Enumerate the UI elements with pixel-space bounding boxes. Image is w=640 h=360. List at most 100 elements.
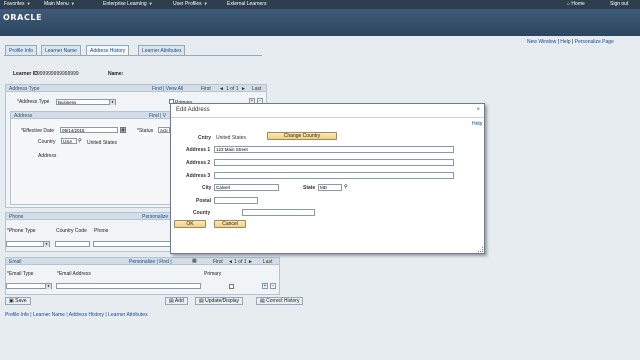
calendar-icon[interactable]: ▦ xyxy=(120,127,126,133)
chevron-down-icon: ▼ xyxy=(109,100,115,105)
tab-learner-name[interactable]: Learner Name xyxy=(41,45,81,55)
city-input[interactable]: Calvert xyxy=(214,184,279,191)
address-type-select[interactable]: Business ▼ xyxy=(56,99,116,105)
phone-personalize-link[interactable]: Personalize xyxy=(142,214,168,220)
top-navigation-bar: Favorites ▼ Main Menu ▼ Enterprise Learnin… xyxy=(0,0,640,9)
next-icon[interactable]: ► xyxy=(248,259,253,265)
address3-label: Address 3 xyxy=(186,173,211,179)
tab-divider xyxy=(4,55,262,56)
email-header: Email Personalize | Find | ▦ First ◄ 1 o… xyxy=(5,257,280,265)
change-country-button[interactable]: Change Country xyxy=(267,132,337,140)
name-label: Name: xyxy=(108,71,124,77)
effective-date-label: *Effective Date xyxy=(21,128,54,134)
address-find-link[interactable]: Find | V xyxy=(149,113,166,119)
new-window-link[interactable]: New Window xyxy=(527,39,556,45)
correct-history-icon: ▤ xyxy=(260,298,265,304)
address2-input[interactable] xyxy=(214,159,454,166)
country-value: United States xyxy=(216,135,247,141)
chevron-down-icon: ▼ xyxy=(148,1,153,6)
save-button[interactable]: ▣ Save xyxy=(5,297,31,305)
email-address-input[interactable] xyxy=(56,283,201,289)
address3-input[interactable] xyxy=(214,172,454,179)
status-label: *Status xyxy=(137,128,154,134)
email-address-column: *Email Address xyxy=(57,271,91,277)
find-view-all-link[interactable]: Find | View All xyxy=(152,86,183,92)
phone-input[interactable] xyxy=(93,241,171,247)
city-label: City xyxy=(202,185,212,191)
favorites-menu[interactable]: Favorites ▼ xyxy=(4,1,31,7)
prev-icon[interactable]: ◄ xyxy=(219,86,224,92)
chevron-down-icon: ▼ xyxy=(70,1,75,6)
edit-address-dialog: Edit Address × Help Cntry United States … xyxy=(170,103,485,254)
phone-column: Phone xyxy=(94,228,109,234)
address-label: Address xyxy=(38,153,57,159)
correct-history-button[interactable]: ▤ Correct History xyxy=(256,297,304,305)
tab-profile-info[interactable]: Profile Info xyxy=(5,45,37,55)
phone-type-column: *Phone Type xyxy=(7,228,36,234)
email-type-select[interactable]: ▼ xyxy=(6,283,52,289)
search-icon[interactable]: ⚲ xyxy=(78,138,82,144)
learner-id-label: Learner ID xyxy=(13,71,38,77)
country-label: Country xyxy=(38,139,56,145)
tab-address-history[interactable]: Address History xyxy=(86,45,130,55)
email-nav-links[interactable]: Personalize | Find | xyxy=(129,259,172,265)
next-icon[interactable]: ► xyxy=(241,86,246,92)
external-learners-breadcrumb[interactable]: External Learners xyxy=(227,1,266,7)
email-type-column: *Email Type xyxy=(7,271,34,277)
main-menu[interactable]: Main Menu ▼ xyxy=(44,1,75,7)
address1-input[interactable]: 123 Main Street xyxy=(214,146,454,153)
email-row-count: 1 of 1 xyxy=(234,259,247,265)
update-display-button[interactable]: ▤ Update/Display xyxy=(195,297,244,305)
country-description: United States xyxy=(87,140,118,146)
help-link[interactable]: Help xyxy=(560,39,570,45)
phone-type-select[interactable]: ▼ xyxy=(6,241,50,247)
email-first-link[interactable]: First xyxy=(213,259,223,265)
country-code-column: Country Code xyxy=(56,228,87,234)
header-banner xyxy=(0,9,640,36)
state-lookup-icon[interactable]: ⚲ xyxy=(344,184,348,190)
add-email-row-icon[interactable]: + xyxy=(262,283,268,289)
grid-view-icon[interactable]: ▦ xyxy=(192,258,197,264)
country-input[interactable]: USA xyxy=(61,138,77,144)
address2-label: Address 2 xyxy=(186,160,211,166)
chevron-down-icon: ▼ xyxy=(45,284,51,289)
ok-button[interactable]: OK xyxy=(174,220,206,228)
user-profiles-menu[interactable]: User Profiles ▼ xyxy=(173,1,208,7)
email-primary-checkbox[interactable] xyxy=(229,284,234,289)
footer-tab-links[interactable]: Profile Info | Learner Name | Address Hi… xyxy=(5,312,148,318)
dialog-title: Edit Address xyxy=(171,104,484,118)
dialog-help-link[interactable]: Help xyxy=(472,121,482,127)
cancel-button[interactable]: Cancel xyxy=(214,220,246,228)
email-primary-column: Primary xyxy=(204,271,222,277)
personalize-page-link[interactable]: Personalize Page xyxy=(575,39,614,45)
add-button[interactable]: ▤ Add xyxy=(165,297,188,305)
enterprise-learning-menu[interactable]: Enterprise Learning ▼ xyxy=(103,1,153,7)
prev-icon[interactable]: ◄ xyxy=(228,259,233,265)
postal-input[interactable] xyxy=(214,197,258,204)
status-select[interactable]: Acti xyxy=(158,127,170,133)
last-link[interactable]: Last xyxy=(252,86,261,92)
first-link[interactable]: First xyxy=(201,86,211,92)
effective-date-input[interactable]: 09/14/2015 xyxy=(60,127,118,133)
update-display-icon: ▤ xyxy=(199,298,204,304)
county-label: County xyxy=(193,210,211,216)
county-input[interactable] xyxy=(242,209,315,216)
address1-label: Address 1 xyxy=(186,147,211,153)
delete-email-row-icon[interactable]: − xyxy=(270,283,276,289)
chevron-down-icon: ▼ xyxy=(203,1,208,6)
state-input[interactable]: MD xyxy=(318,184,342,191)
home-icon: ⌂ xyxy=(567,1,571,7)
learner-id-value: 999999999999999 xyxy=(37,71,79,77)
tab-learner-attributes[interactable]: Learner Attributes xyxy=(138,45,186,55)
home-link[interactable]: ⌂ Home xyxy=(567,1,585,7)
email-last-link[interactable]: Last xyxy=(263,259,272,265)
close-icon[interactable]: × xyxy=(476,107,480,113)
address-type-label: *Address Type xyxy=(17,99,50,105)
country-code-input[interactable] xyxy=(55,241,90,247)
sign-out-link[interactable]: Sign out xyxy=(610,1,628,7)
page-links: New Window | Help | Personalize Page xyxy=(527,39,614,45)
resize-handle[interactable] xyxy=(478,247,483,252)
chevron-down-icon: ▼ xyxy=(26,1,31,6)
oracle-logo: ORACLE xyxy=(3,13,43,22)
row-count: 1 of 1 xyxy=(226,86,239,92)
